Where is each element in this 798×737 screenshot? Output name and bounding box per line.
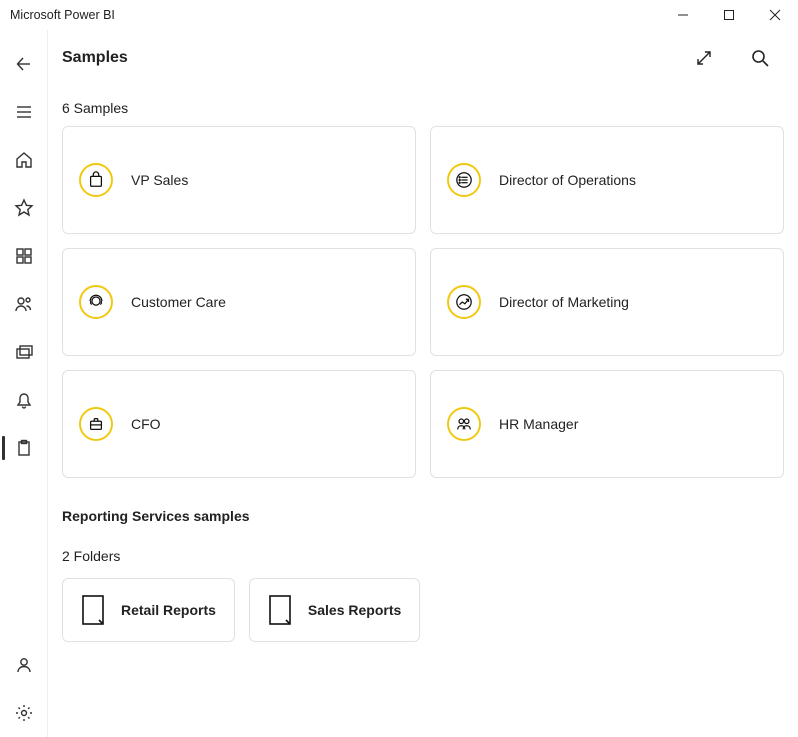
- fullscreen-button[interactable]: [680, 34, 728, 82]
- folder-card[interactable]: Retail Reports: [62, 578, 235, 642]
- page-toolbar: Samples: [62, 30, 784, 86]
- nav-clipboard[interactable]: [0, 424, 48, 472]
- maximize-button[interactable]: [706, 0, 752, 30]
- samples-count-label: 6 Samples: [62, 100, 784, 116]
- apps-icon: [14, 246, 34, 266]
- sample-card[interactable]: Director of Marketing: [430, 248, 784, 356]
- nav-home[interactable]: [0, 136, 48, 184]
- left-nav-rail: [0, 30, 48, 737]
- sample-icon-vp-sales: [79, 163, 113, 197]
- section-heading: Reporting Services samples: [62, 508, 784, 524]
- close-icon: [769, 9, 781, 21]
- folder-icon: [268, 594, 294, 626]
- gear-icon: [14, 703, 34, 723]
- sample-label: Director of Operations: [499, 172, 636, 188]
- search-button[interactable]: [736, 34, 784, 82]
- sample-icon-marketing: [447, 285, 481, 319]
- nav-notifications[interactable]: [0, 376, 48, 424]
- minimize-icon: [677, 9, 689, 21]
- sample-label: VP Sales: [131, 172, 188, 188]
- clipboard-icon: [14, 438, 34, 458]
- star-icon: [14, 198, 34, 218]
- hamburger-icon: [14, 102, 34, 122]
- sample-card[interactable]: Director of Operations: [430, 126, 784, 234]
- folders-row: Retail Reports Sales Reports: [62, 578, 784, 642]
- maximize-icon: [723, 9, 735, 21]
- nav-account[interactable]: [0, 641, 48, 689]
- person-icon: [14, 655, 34, 675]
- workspaces-icon: [14, 342, 34, 362]
- headset-icon: [87, 293, 105, 311]
- folder-label: Retail Reports: [121, 602, 216, 618]
- folder-icon: [81, 594, 107, 626]
- chart-up-icon: [455, 293, 473, 311]
- folder-label: Sales Reports: [308, 602, 401, 618]
- sample-icon-operations: [447, 163, 481, 197]
- nav-settings[interactable]: [0, 689, 48, 737]
- bell-icon: [14, 390, 34, 410]
- sample-icon-customer-care: [79, 285, 113, 319]
- nav-favorites[interactable]: [0, 184, 48, 232]
- list-circle-icon: [455, 171, 473, 189]
- sample-card[interactable]: VP Sales: [62, 126, 416, 234]
- back-icon: [14, 54, 34, 74]
- window-title: Microsoft Power BI: [10, 8, 115, 22]
- samples-grid: VP Sales Director of Operations Customer…: [62, 126, 784, 478]
- minimize-button[interactable]: [660, 0, 706, 30]
- sample-card[interactable]: HR Manager: [430, 370, 784, 478]
- search-icon: [749, 47, 771, 69]
- sample-icon-hr: [447, 407, 481, 441]
- nav-apps[interactable]: [0, 232, 48, 280]
- sample-label: Director of Marketing: [499, 294, 629, 310]
- window-titlebar: Microsoft Power BI: [0, 0, 798, 30]
- shopping-bag-icon: [87, 171, 105, 189]
- sample-label: Customer Care: [131, 294, 226, 310]
- folders-count-label: 2 Folders: [62, 548, 784, 564]
- shared-icon: [14, 294, 34, 314]
- sample-icon-cfo: [79, 407, 113, 441]
- hamburger-button[interactable]: [0, 88, 48, 136]
- page-title: Samples: [62, 49, 128, 67]
- people-icon: [455, 415, 473, 433]
- home-icon: [14, 150, 34, 170]
- sample-card[interactable]: Customer Care: [62, 248, 416, 356]
- briefcase-icon: [87, 415, 105, 433]
- sample-label: CFO: [131, 416, 161, 432]
- nav-workspaces[interactable]: [0, 328, 48, 376]
- sample-card[interactable]: CFO: [62, 370, 416, 478]
- close-button[interactable]: [752, 0, 798, 30]
- expand-icon: [693, 47, 715, 69]
- nav-shared[interactable]: [0, 280, 48, 328]
- sample-label: HR Manager: [499, 416, 578, 432]
- folder-card[interactable]: Sales Reports: [249, 578, 420, 642]
- back-button[interactable]: [0, 40, 48, 88]
- main-content: Samples 6 Samples VP Sales: [48, 30, 798, 737]
